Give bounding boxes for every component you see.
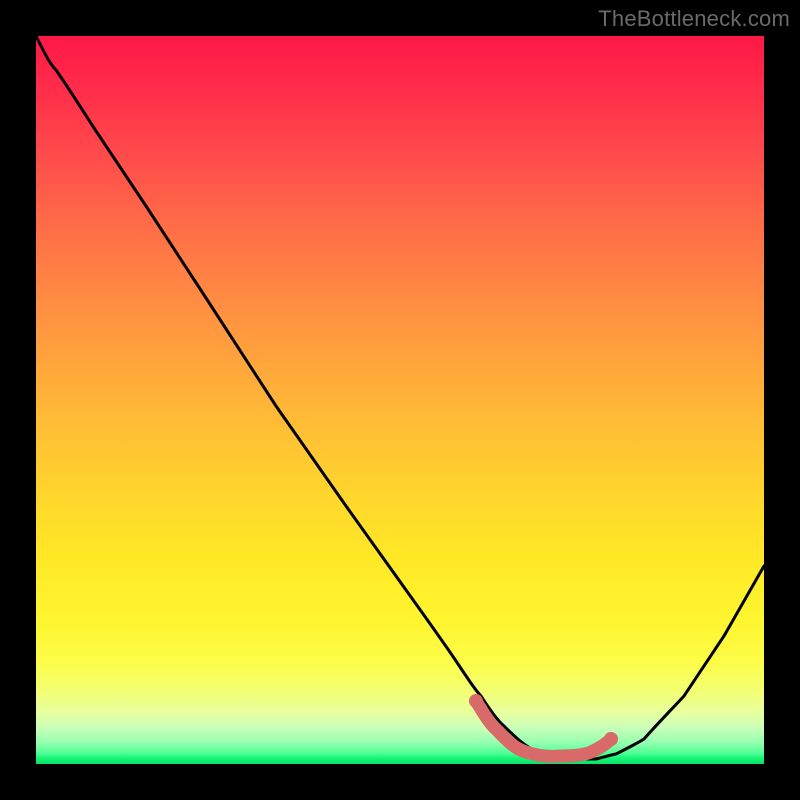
highlight-start-dot: [469, 694, 483, 708]
watermark-text: TheBottleneck.com: [598, 6, 790, 32]
valley-highlight: [476, 701, 611, 756]
bottleneck-curve: [36, 36, 764, 759]
curve-layer: [36, 36, 764, 764]
highlight-end-dot: [604, 732, 618, 746]
plot-area: [36, 36, 764, 764]
chart-frame: TheBottleneck.com: [0, 0, 800, 800]
